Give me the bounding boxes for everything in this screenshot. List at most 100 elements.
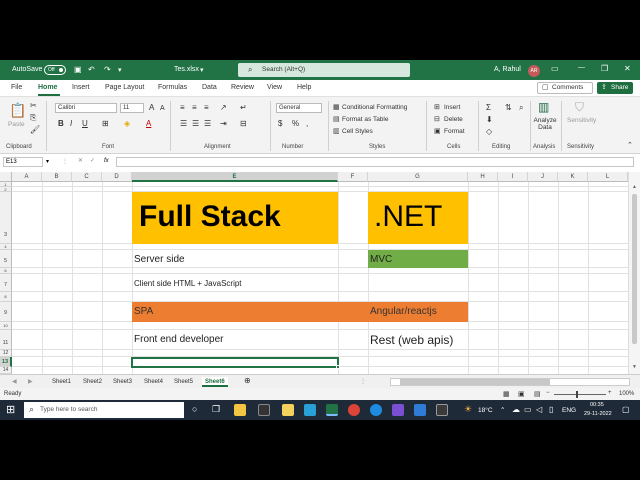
sheet-tab-1[interactable]: Sheet1 [52, 377, 71, 387]
format-cells-button[interactable]: Format [444, 128, 465, 135]
top-align-icon[interactable]: ≡ [180, 103, 185, 113]
enter-icon[interactable]: ✓ [90, 157, 95, 164]
page-layout-view-icon[interactable]: ▣ [518, 390, 525, 398]
decrease-font-icon[interactable]: A [160, 104, 165, 114]
taskbar-search-input[interactable]: Type here to search [24, 402, 184, 418]
analyze-data-icon[interactable]: ▥ [538, 101, 549, 113]
sheet-tab-2[interactable]: Sheet2 [83, 377, 102, 387]
fill-icon[interactable]: ⬇ [486, 115, 493, 125]
formula-input[interactable] [116, 157, 634, 167]
cell-e5[interactable]: Server side [132, 250, 338, 268]
row-header-9[interactable]: 9 [0, 302, 12, 322]
column-header-j[interactable]: J [528, 172, 558, 182]
redo-icon[interactable]: ↷ [104, 65, 111, 74]
page-break-view-icon[interactable]: ▤ [534, 390, 541, 398]
row-header-10[interactable]: 10 [0, 322, 12, 330]
currency-icon[interactable]: $ [278, 119, 282, 129]
save-icon[interactable]: ▣ [74, 65, 82, 74]
tab-data[interactable]: Data [202, 84, 217, 91]
new-sheet-icon[interactable]: ⊕ [244, 376, 251, 386]
network-icon[interactable]: ▭ [524, 405, 532, 414]
cell-g5[interactable]: MVC [368, 250, 468, 268]
sensitivity-icon[interactable]: ⛉ [575, 101, 584, 113]
fill-handle[interactable] [336, 365, 340, 369]
tab-help[interactable]: Help [297, 84, 311, 91]
language-indicator[interactable]: ENG [562, 407, 576, 414]
prev-sheet-icon[interactable]: ◀ [12, 377, 17, 387]
column-header-l[interactable]: L [588, 172, 628, 182]
cell-g3[interactable]: .NET [368, 192, 468, 244]
column-header-h[interactable]: H [468, 172, 498, 182]
sheet-tab-3[interactable]: Sheet3 [113, 377, 132, 387]
paste-button[interactable]: Paste [8, 121, 25, 128]
tab-split-icon[interactable]: ⋮ [360, 377, 366, 387]
task-view-icon[interactable]: ❐ [212, 404, 220, 415]
sheet-tab-4[interactable]: Sheet4 [144, 377, 163, 387]
row-header-5[interactable]: 5 [0, 250, 12, 268]
normal-view-icon[interactable]: ▦ [503, 390, 510, 398]
visual-studio-icon[interactable] [392, 404, 404, 416]
scroll-down-icon[interactable]: ▼ [632, 364, 637, 370]
tab-insert[interactable]: Insert [72, 84, 90, 91]
battery-icon[interactable]: ▯ [549, 405, 553, 414]
align-center-icon[interactable]: ☰ [192, 119, 199, 129]
conditional-formatting-button[interactable]: Conditional Formatting [342, 104, 407, 111]
tab-home[interactable]: Home [38, 84, 57, 91]
font-color-icon[interactable]: A [146, 119, 151, 129]
middle-align-icon[interactable]: ≡ [192, 103, 197, 113]
percent-icon[interactable]: % [292, 119, 299, 129]
row-header-14[interactable]: 14 [0, 367, 12, 374]
font-size-select[interactable]: 11 [120, 103, 144, 113]
zoom-slider[interactable] [554, 394, 606, 395]
selected-cell-e13[interactable] [131, 357, 339, 368]
cell-g9[interactable]: Angular/reactjs [368, 302, 468, 322]
column-header-a[interactable]: A [12, 172, 42, 182]
italic-icon[interactable]: I [70, 119, 72, 129]
cell-e9[interactable]: SPA [132, 302, 338, 322]
zoom-in-icon[interactable]: + [608, 390, 612, 396]
column-header-g[interactable]: G [368, 172, 468, 182]
cell-e3[interactable]: Full Stack [132, 192, 338, 244]
excel-taskbar-icon[interactable] [326, 404, 338, 416]
collapse-ribbon-icon[interactable]: ⌃ [627, 141, 633, 151]
weather-icon[interactable]: ☀ [464, 404, 472, 415]
insert-cells-button[interactable]: Insert [444, 104, 460, 111]
tab-review[interactable]: Review [231, 84, 254, 91]
cell-styles-button[interactable]: Cell Styles [342, 128, 373, 135]
fill-color-icon[interactable]: ◈ [124, 119, 130, 129]
bottom-align-icon[interactable]: ≡ [204, 103, 209, 113]
cancel-icon[interactable]: ✕ [78, 157, 83, 164]
undo-icon[interactable]: ↶ [88, 65, 95, 74]
sticky-notes-icon[interactable] [282, 404, 294, 416]
sheet-tab-6[interactable]: Sheet6 [202, 377, 228, 387]
vertical-scroll-thumb[interactable] [632, 194, 637, 344]
align-left-icon[interactable]: ☰ [180, 119, 187, 129]
temperature[interactable]: 18°C [478, 407, 493, 414]
align-right-icon[interactable]: ☰ [204, 119, 211, 129]
select-all-corner[interactable] [0, 172, 12, 182]
row-header-7[interactable]: 7 [0, 274, 12, 292]
maximize-icon[interactable]: ❐ [601, 64, 608, 73]
zoom-slider-thumb[interactable] [576, 391, 578, 398]
merge-center-icon[interactable]: ⊟ [240, 119, 247, 129]
ribbon-display-icon[interactable]: ▭ [551, 64, 559, 73]
orientation-icon[interactable]: ↗ [220, 103, 227, 113]
underline-icon[interactable]: U [82, 119, 88, 129]
borders-icon[interactable]: ⊞ [102, 119, 109, 129]
horizontal-scroll-thumb[interactable] [400, 379, 550, 385]
onedrive-icon[interactable]: ☁ [512, 405, 520, 414]
bold-icon[interactable]: B [58, 119, 64, 129]
notifications-icon[interactable]: ▢ [622, 405, 630, 414]
delete-cells-button[interactable]: Delete [444, 116, 463, 123]
name-box[interactable]: E13 [3, 157, 43, 167]
clear-icon[interactable]: ◇ [486, 127, 492, 137]
cell-e11[interactable]: Front end developer [132, 330, 338, 350]
row-header-11[interactable]: 11 [0, 330, 12, 350]
close-icon[interactable]: ✕ [624, 64, 631, 73]
tab-view[interactable]: View [267, 84, 282, 91]
number-format-select[interactable]: General [276, 103, 322, 113]
clock-date[interactable]: 29-11-2022 [584, 411, 612, 417]
minimize-icon[interactable]: — [578, 64, 585, 71]
tab-formulas[interactable]: Formulas [158, 84, 187, 91]
windows-start-icon[interactable]: ⊞ [6, 403, 15, 416]
